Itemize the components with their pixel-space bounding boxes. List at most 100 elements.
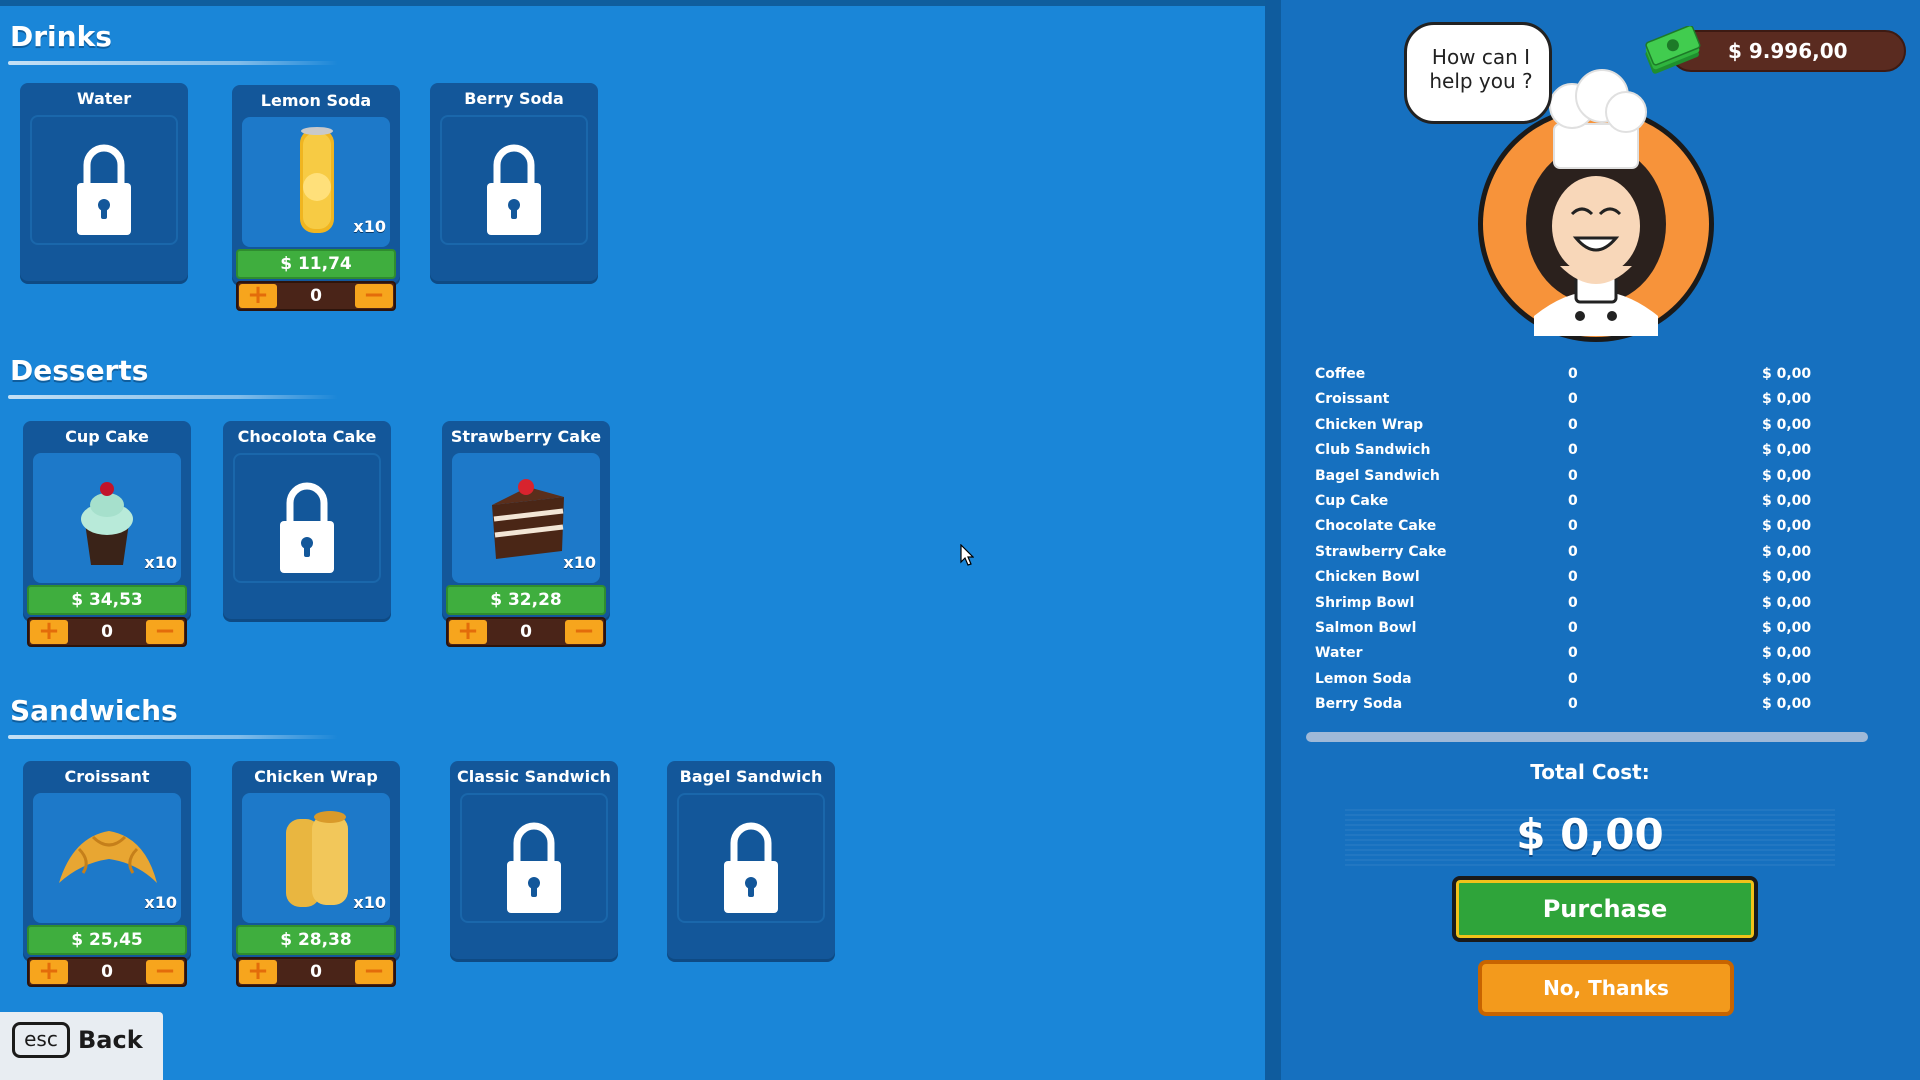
order-row: Chicken Wrap 0 $ 0,00 bbox=[1315, 417, 1875, 442]
decrease-button[interactable]: − bbox=[355, 958, 393, 984]
quantity-value: 0 bbox=[310, 286, 322, 306]
order-row: Berry Soda 0 $ 0,00 bbox=[1315, 696, 1875, 721]
item-card-strawberry-cake: Strawberry Cake x10 $ 32,28 + 0 − bbox=[442, 421, 610, 647]
quantity-stepper: + 0 − bbox=[446, 617, 606, 647]
section-divider bbox=[8, 735, 338, 739]
pack-size-label: x10 bbox=[144, 553, 177, 572]
increase-button[interactable]: + bbox=[30, 958, 68, 984]
item-card-cup-cake: Cup Cake x10 $ 34,53 + 0 − bbox=[23, 421, 191, 647]
order-item-cost: $ 0,00 bbox=[1762, 492, 1812, 509]
order-item-cost: $ 0,00 bbox=[1762, 645, 1812, 662]
order-item-name: Lemon Soda bbox=[1315, 670, 1412, 687]
esc-key-icon: esc bbox=[12, 1022, 70, 1058]
quantity-stepper: + 0 − bbox=[27, 957, 187, 987]
order-item-name: Coffee bbox=[1315, 366, 1366, 382]
price-tag: $ 32,28 bbox=[446, 585, 606, 615]
shop-panel: Drinks Water Lemon Soda x10 $ 11,74 + 0 … bbox=[0, 6, 1265, 1080]
purchase-button[interactable]: Purchase bbox=[1452, 876, 1758, 942]
increase-button[interactable]: + bbox=[449, 618, 487, 644]
pack-size-label: x10 bbox=[353, 217, 386, 236]
item-name: Lemon Soda bbox=[260, 91, 372, 110]
total-cost-value: $ 0,00 bbox=[1516, 810, 1664, 859]
item-name: Croissant bbox=[64, 767, 150, 786]
increase-button[interactable]: + bbox=[239, 282, 277, 308]
order-item-qty: 0 bbox=[1568, 366, 1578, 382]
item-card-chocolota-cake: Chocolota Cake bbox=[223, 421, 391, 619]
section-divider bbox=[8, 395, 338, 399]
order-item-qty: 0 bbox=[1568, 594, 1578, 611]
order-item-name: Cup Cake bbox=[1315, 492, 1389, 509]
order-item-qty: 0 bbox=[1568, 416, 1578, 433]
item-name: Chicken Wrap bbox=[254, 767, 378, 786]
back-label: Back bbox=[78, 1026, 143, 1054]
order-row: Club Sandwich 0 $ 0,00 bbox=[1315, 442, 1875, 467]
order-item-name: Bagel Sandwich bbox=[1315, 467, 1440, 484]
item-card-chicken-wrap: Chicken Wrap x10 $ 28,38 + 0 − bbox=[232, 761, 400, 987]
order-item-name: Chocolate Cake bbox=[1315, 518, 1437, 535]
back-button[interactable]: esc Back bbox=[0, 1012, 163, 1080]
item-name: Cup Cake bbox=[65, 427, 149, 446]
order-item-cost: $ 0,00 bbox=[1762, 366, 1812, 382]
order-row: Chicken Bowl 0 $ 0,00 bbox=[1315, 569, 1875, 594]
no-thanks-button[interactable]: No, Thanks bbox=[1478, 960, 1734, 1016]
quantity-value: 0 bbox=[520, 622, 532, 642]
section-divider bbox=[8, 61, 338, 65]
price-tag: $ 28,38 bbox=[236, 925, 396, 955]
order-item-cost: $ 0,00 bbox=[1762, 416, 1812, 433]
decrease-button[interactable]: − bbox=[146, 958, 184, 984]
order-list-scrollbar[interactable] bbox=[1306, 732, 1868, 742]
lock-icon bbox=[724, 822, 778, 913]
price-tag: $ 34,53 bbox=[27, 585, 187, 615]
quantity-stepper: + 0 − bbox=[27, 617, 187, 647]
item-card-croissant: Croissant x10 $ 25,45 + 0 − bbox=[23, 761, 191, 987]
mouse-cursor-icon bbox=[960, 544, 974, 566]
order-item-qty: 0 bbox=[1568, 391, 1578, 408]
order-item-name: Water bbox=[1315, 645, 1363, 662]
pack-size-label: x10 bbox=[563, 553, 596, 572]
order-item-qty: 0 bbox=[1568, 619, 1578, 636]
order-item-cost: $ 0,00 bbox=[1762, 619, 1812, 636]
order-item-name: Club Sandwich bbox=[1315, 442, 1431, 459]
lock-icon bbox=[280, 482, 334, 573]
order-item-qty: 0 bbox=[1568, 569, 1578, 586]
order-item-qty: 0 bbox=[1568, 645, 1578, 662]
order-item-name: Salmon Bowl bbox=[1315, 619, 1417, 636]
order-item-qty: 0 bbox=[1568, 543, 1578, 560]
item-card-lemon-soda: Lemon Soda x10 $ 11,74 + 0 − bbox=[232, 85, 400, 311]
item-card-bagel-sandwich: Bagel Sandwich bbox=[667, 761, 835, 959]
order-list: Coffee 0 $ 0,00 Croissant 0 $ 0,00 Chicken Wra… bbox=[1315, 366, 1875, 721]
order-row: Salmon Bowl 0 $ 0,00 bbox=[1315, 620, 1875, 645]
order-row: Strawberry Cake 0 $ 0,00 bbox=[1315, 544, 1875, 569]
order-item-cost: $ 0,00 bbox=[1762, 543, 1812, 560]
order-item-cost: $ 0,00 bbox=[1762, 696, 1812, 713]
section-title-sandwichs: Sandwichs bbox=[10, 694, 178, 727]
order-item-name: Shrimp Bowl bbox=[1315, 594, 1415, 611]
price-tag: $ 11,74 bbox=[236, 249, 396, 279]
speech-bubble: How can I help you ? bbox=[1404, 22, 1552, 124]
order-item-qty: 0 bbox=[1568, 467, 1578, 484]
order-item-cost: $ 0,00 bbox=[1762, 569, 1812, 586]
decrease-button[interactable]: − bbox=[146, 618, 184, 644]
order-item-qty: 0 bbox=[1568, 492, 1578, 509]
order-item-cost: $ 0,00 bbox=[1762, 518, 1812, 535]
pack-size-label: x10 bbox=[144, 893, 177, 912]
price-tag: $ 25,45 bbox=[27, 925, 187, 955]
order-row: Shrimp Bowl 0 $ 0,00 bbox=[1315, 595, 1875, 620]
item-name: Berry Soda bbox=[464, 89, 564, 108]
section-title-drinks: Drinks bbox=[10, 20, 112, 53]
speech-text: How can I help you ? bbox=[1429, 45, 1533, 93]
increase-button[interactable]: + bbox=[239, 958, 277, 984]
decrease-button[interactable]: − bbox=[565, 618, 603, 644]
order-item-cost: $ 0,00 bbox=[1762, 467, 1812, 484]
order-row: Lemon Soda 0 $ 0,00 bbox=[1315, 671, 1875, 696]
quantity-stepper: + 0 − bbox=[236, 957, 396, 987]
order-item-name: Berry Soda bbox=[1315, 696, 1403, 713]
decrease-button[interactable]: − bbox=[355, 282, 393, 308]
order-row: Bagel Sandwich 0 $ 0,00 bbox=[1315, 468, 1875, 493]
item-card-berry-soda: Berry Soda bbox=[430, 83, 598, 281]
panel-divider bbox=[1265, 0, 1281, 1080]
order-row: Chocolate Cake 0 $ 0,00 bbox=[1315, 518, 1875, 543]
order-item-qty: 0 bbox=[1568, 518, 1578, 535]
order-row: Croissant 0 $ 0,00 bbox=[1315, 391, 1875, 416]
increase-button[interactable]: + bbox=[30, 618, 68, 644]
